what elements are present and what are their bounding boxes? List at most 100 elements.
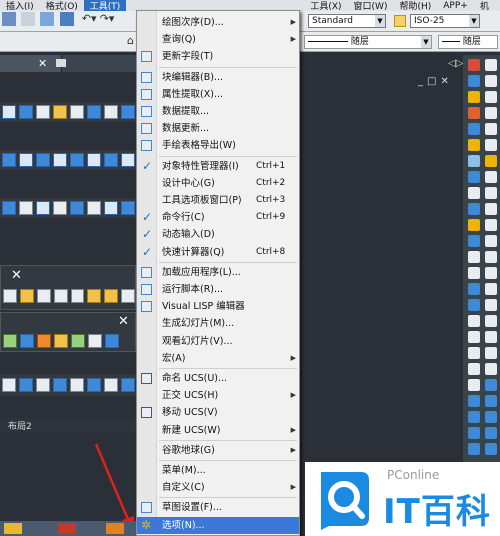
tool-icon[interactable] [485, 75, 497, 87]
new-tab-icon[interactable] [56, 59, 66, 67]
tab-layout2[interactable]: 布局2 [8, 419, 32, 432]
tool-icon[interactable] [468, 155, 480, 167]
tool-icon[interactable] [468, 107, 480, 119]
tool-icon[interactable] [468, 411, 480, 423]
lineweight-select[interactable]: 随层 [438, 35, 498, 49]
tool-icon[interactable] [121, 105, 135, 119]
tool-icon[interactable] [468, 283, 480, 295]
tool-icon[interactable] [468, 59, 480, 71]
tool-icon[interactable] [468, 395, 480, 407]
tool-icon[interactable] [485, 299, 497, 311]
tool-icon[interactable] [485, 331, 497, 343]
tool-icon[interactable] [36, 153, 50, 167]
tool-icon[interactable] [468, 251, 480, 263]
tool-icon[interactable] [2, 105, 16, 119]
save-icon[interactable] [21, 12, 36, 26]
menu-item[interactable]: 更新字段(T) [137, 48, 299, 65]
tool-icon[interactable] [468, 203, 480, 215]
tool-icon[interactable] [53, 289, 68, 303]
tool-icon[interactable] [2, 378, 16, 392]
tool-icon[interactable] [36, 105, 50, 119]
tool-icon[interactable] [485, 251, 497, 263]
tool-icon[interactable] [104, 378, 118, 392]
tool-icon[interactable] [485, 267, 497, 279]
tool-icon[interactable] [3, 289, 17, 303]
menu-item[interactable]: 命名 UCS(U)... [137, 370, 299, 387]
palette-toggle-icon[interactable]: ◁▷ [448, 58, 463, 69]
brush-icon[interactable] [59, 12, 74, 26]
menu-item[interactable]: 数据更新... [137, 120, 299, 137]
tool-icon[interactable] [485, 219, 497, 231]
menu-item[interactable]: 自定义(C) ▶ [137, 479, 299, 496]
menu-item[interactable]: ✓ 快速计算器(Q) Ctrl+8 [137, 244, 299, 261]
close-icon[interactable]: ✕ [38, 57, 47, 70]
tool-icon[interactable] [87, 153, 101, 167]
menu-item[interactable]: 设计中心(G) Ctrl+2 [137, 175, 299, 192]
tool-icon[interactable] [468, 363, 480, 375]
menu-item[interactable]: 块编辑器(B)... [137, 69, 299, 86]
undo-icon[interactable]: ↶▾ [82, 12, 97, 25]
open-icon[interactable] [2, 12, 16, 26]
tool-icon[interactable] [104, 289, 119, 303]
tool-icon[interactable] [20, 334, 34, 348]
tool-icon[interactable] [3, 334, 17, 348]
close-icon[interactable]: ✕ [11, 269, 22, 282]
tool-icon[interactable] [485, 123, 497, 135]
menu-item[interactable]: 手绘表格导出(W) [137, 137, 299, 154]
tool-icon[interactable] [70, 201, 84, 215]
menu-item[interactable]: 谷歌地球(G) ▶ [137, 442, 299, 459]
tool-icon[interactable] [468, 379, 480, 391]
menu-item[interactable]: 正交 UCS(H) ▶ [137, 387, 299, 404]
tool-icon[interactable] [485, 283, 497, 295]
tool-icon[interactable] [485, 139, 497, 151]
tool-icon[interactable] [104, 153, 118, 167]
tool-icon[interactable] [36, 201, 50, 215]
taskbar-icon[interactable] [4, 523, 22, 534]
menu-item[interactable]: ✓ 动态输入(D) [137, 226, 299, 243]
tool-icon[interactable] [121, 289, 135, 303]
menu-item[interactable]: ✓ 对象特性管理器(I) Ctrl+1 [137, 158, 299, 175]
tool-icon[interactable] [2, 153, 16, 167]
tool-icon[interactable] [468, 75, 480, 87]
tool-icon[interactable] [36, 289, 51, 303]
tool-icon[interactable] [70, 153, 84, 167]
close-icon[interactable]: ✕ [118, 315, 129, 328]
menu-item[interactable]: 加载应用程序(L)... [137, 264, 299, 281]
tool-icon[interactable] [468, 427, 480, 439]
tool-icon[interactable] [468, 267, 480, 279]
tool-icon[interactable] [468, 171, 480, 183]
tool-icon[interactable] [468, 123, 480, 135]
menu-item[interactable]: 草图设置(F)... [137, 499, 299, 516]
tool-icon[interactable] [485, 91, 497, 103]
tool-icon[interactable] [468, 235, 480, 247]
tool-icon[interactable] [468, 187, 480, 199]
tool-icon[interactable] [468, 331, 480, 343]
tool-icon[interactable] [121, 153, 135, 167]
taskbar-icon[interactable] [106, 523, 124, 534]
tool-icon[interactable] [87, 378, 101, 392]
tool-icon[interactable] [468, 299, 480, 311]
tool-icon[interactable] [70, 378, 84, 392]
menu-item[interactable]: ✲ 选项(N)... [137, 516, 299, 534]
tool-icon[interactable] [485, 443, 497, 455]
tool-icon[interactable] [485, 347, 497, 359]
tool-icon[interactable] [485, 59, 497, 71]
tool-icon[interactable] [468, 443, 480, 455]
tool-icon[interactable] [70, 289, 85, 303]
tool-icon[interactable] [37, 334, 51, 348]
document-tab[interactable] [0, 55, 62, 72]
text-style-select[interactable]: Standard ▼ [308, 14, 386, 28]
menu-item[interactable]: Visual LISP 编辑器 [137, 298, 299, 315]
tool-icon[interactable] [54, 334, 68, 348]
tool-icon[interactable] [468, 91, 480, 103]
menu-item[interactable]: 属性提取(X)... [137, 86, 299, 103]
tool-icon[interactable] [71, 334, 85, 348]
tool-icon[interactable] [88, 334, 102, 348]
tool-icon[interactable] [87, 289, 102, 303]
tool-icon[interactable] [87, 105, 101, 119]
tool-icon[interactable] [2, 201, 16, 215]
tool-icon[interactable] [121, 378, 135, 392]
tool-icon[interactable] [70, 105, 84, 119]
tool-icon[interactable] [485, 395, 497, 407]
tool-icon[interactable] [468, 315, 480, 327]
